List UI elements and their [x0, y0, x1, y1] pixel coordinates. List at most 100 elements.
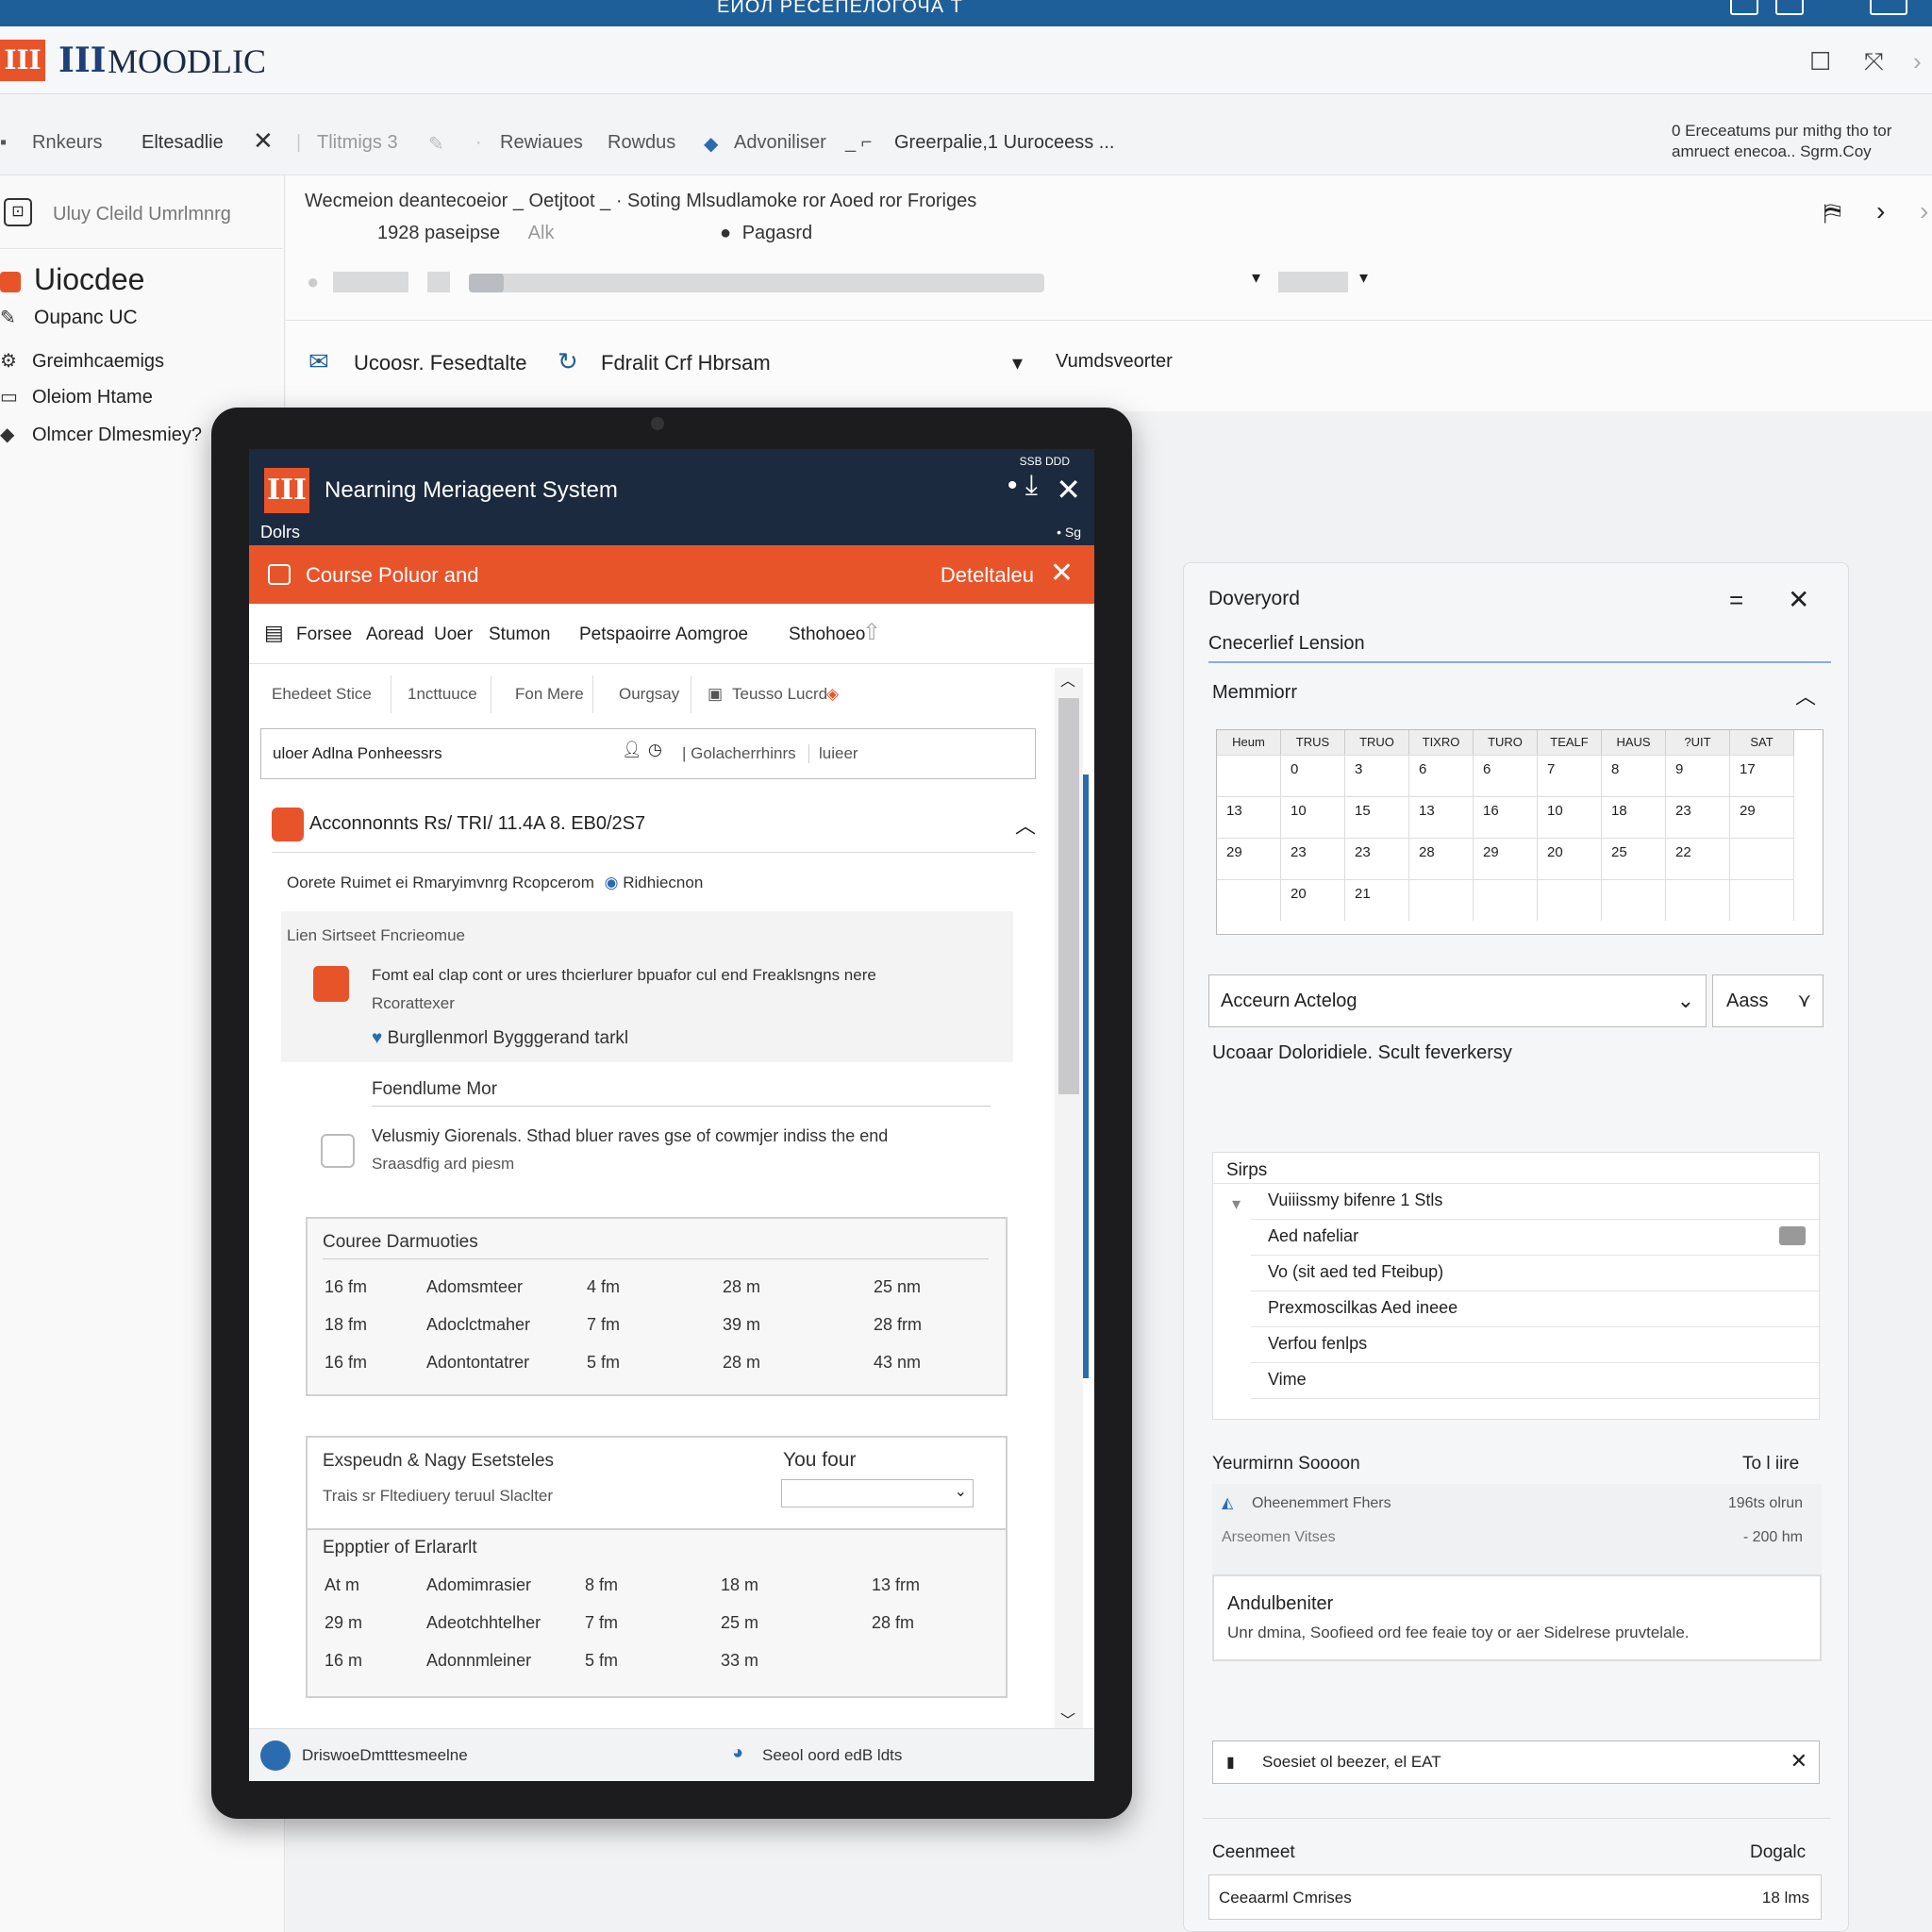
tab-rnkeurs[interactable]: Rnkeurs: [32, 132, 102, 154]
minimize-icon[interactable]: • ⤓: [1008, 470, 1038, 502]
bookmark-icon[interactable]: ⛿: [1824, 198, 1841, 228]
dropdown-caret-icon[interactable]: ▾: [1252, 268, 1260, 288]
menu-sthohoeo[interactable]: Sthohoeo: [789, 625, 865, 645]
footer-left[interactable]: DriswoeDmtttesmeelne: [302, 1746, 468, 1765]
calendar-day[interactable]: 22: [1666, 838, 1730, 879]
calendar-day[interactable]: 3: [1345, 755, 1409, 796]
list-item[interactable]: Prexmoscilkas Aed ineee: [1268, 1298, 1457, 1318]
search-mid[interactable]: | Golacherrhinrs: [682, 744, 796, 763]
list-item[interactable]: Verfou fenlps: [1268, 1334, 1367, 1354]
details-link[interactable]: Deteltaleu: [941, 563, 1034, 588]
sub-fdralit[interactable]: Fdralit Crf Hbrsam: [601, 351, 771, 375]
chevron-right-icon[interactable]: ›: [1876, 196, 1885, 226]
calendar-day[interactable]: 16: [1474, 796, 1538, 838]
search-right[interactable]: luieer: [808, 744, 858, 763]
menu-icon[interactable]: ▤: [264, 621, 284, 645]
close-icon[interactable]: ✕: [1790, 1749, 1807, 1774]
sidebar-item-greimhcaemigs[interactable]: ⚙ Greimhcaemigs: [0, 349, 164, 373]
list-item[interactable]: Vuiiissmy bifenre 1 Stls: [1268, 1191, 1442, 1210]
catalog-select[interactable]: Acceurn Actelog ⌄: [1208, 974, 1707, 1027]
calendar-day[interactable]: 10: [1281, 796, 1345, 838]
calendar-day[interactable]: 23: [1345, 838, 1409, 879]
scroll-up-icon[interactable]: ︿: [1060, 668, 1075, 691]
expenses-select[interactable]: ⌄: [781, 1479, 974, 1507]
subtab-0[interactable]: Ehedeet Stice: [272, 685, 372, 704]
calendar-day[interactable]: 15: [1345, 796, 1409, 838]
calendar-day[interactable]: 10: [1538, 796, 1602, 838]
calendar-day[interactable]: 21: [1345, 879, 1409, 921]
panel-subtitle[interactable]: Cnecerlief Lension: [1208, 633, 1365, 655]
tab-rewiaues[interactable]: Rewiaues: [500, 132, 583, 154]
calendar-day[interactable]: 20: [1281, 879, 1345, 921]
section-1-link[interactable]: ♥ Burgllenmorl Bygggerand tarkl: [372, 1028, 628, 1049]
sidebar-item-olmcer[interactable]: ◆ Olmcer Dlmesmiey?: [0, 423, 202, 446]
dropdown-caret-icon[interactable]: ▾: [1359, 268, 1368, 288]
last-row[interactable]: Ceeaarml Cmrises 18 lms: [1208, 1874, 1822, 1920]
calendar-day[interactable]: 13: [1409, 796, 1474, 838]
scroll-thumb[interactable]: [1058, 698, 1079, 1094]
calendar-day[interactable]: 0: [1281, 755, 1345, 796]
course-card-sub-link[interactable]: Ridhiecnon: [623, 874, 703, 891]
close-icon[interactable]: ✕: [1056, 472, 1081, 508]
tab-advoniliser[interactable]: Advoniliser: [734, 132, 826, 154]
subtab-4[interactable]: Teusso Lucrd: [732, 685, 827, 704]
calendar-day[interactable]: 7: [1538, 755, 1602, 796]
square-icon[interactable]: ☐: [1809, 47, 1831, 76]
close-icon[interactable]: ✕: [1050, 557, 1074, 590]
calendar-day[interactable]: 28: [1409, 838, 1474, 879]
calendar-day[interactable]: 20: [1538, 838, 1602, 879]
course-card-header[interactable]: Acconnonnts Rs/ TRI/ 11.4A 8. EB0/2S7 ︿: [272, 804, 1036, 853]
brand-name[interactable]: MOODLIC: [108, 42, 266, 81]
aass-button[interactable]: Aass ⋎: [1712, 974, 1824, 1027]
search-row[interactable]: uloer Adlna Ponheessrs 👤︎ ◷ | Golacherrh…: [260, 728, 1036, 779]
list-item[interactable]: Aed nafeliar: [1268, 1226, 1358, 1246]
calendar-day[interactable]: 17: [1730, 755, 1794, 796]
calendar-day[interactable]: 25: [1602, 838, 1666, 879]
select-chip[interactable]: [1278, 272, 1348, 292]
upload-icon[interactable]: ⇧: [862, 619, 881, 646]
close-window-icon[interactable]: [1870, 0, 1907, 15]
tab-tlitmigs[interactable]: Tlitmigs 3: [317, 132, 398, 154]
sidebar-item-oupanc[interactable]: ✎ Oupanc UC: [0, 306, 138, 329]
search-field[interactable]: ▮ Soesiet ol beezer, el EAT ✕: [1212, 1740, 1820, 1784]
filter-chip[interactable]: [333, 272, 408, 292]
subtab-1[interactable]: 1ncttuuce: [408, 685, 477, 704]
scrollbar[interactable]: ︿ ﹀: [1055, 668, 1083, 1734]
menu-petspaoirre[interactable]: Petspaoirre: [579, 625, 671, 645]
menu-aomgroe[interactable]: Aomgroe: [675, 625, 748, 645]
subtab-2[interactable]: Fon Mere: [515, 685, 584, 704]
comment-icon[interactable]: [1779, 1226, 1806, 1245]
maximize-icon[interactable]: [1775, 0, 1804, 15]
tab-greerpalie[interactable]: Greerpalie,1 Uuroceess ...: [894, 132, 1114, 154]
clock-icon[interactable]: ◷: [648, 741, 662, 759]
sub-vumdsveorter[interactable]: Vumdsveorter: [1056, 351, 1173, 373]
chevron-right-icon[interactable]: ›: [1920, 196, 1928, 226]
menu-stumon[interactable]: Stumon: [489, 625, 550, 645]
calendar-day[interactable]: 23: [1281, 838, 1345, 879]
sidebar-search[interactable]: ⊡ Uluy Cleild Umrlmnrg: [0, 183, 283, 249]
menu-uoer[interactable]: Uoer: [434, 625, 473, 645]
app-logo[interactable]: III: [264, 468, 309, 513]
minimize-icon[interactable]: [1730, 0, 1758, 15]
chevron-up-icon[interactable]: ︿: [1015, 809, 1036, 840]
menu-forsee[interactable]: Forsee: [296, 625, 352, 645]
sub-ucoosr[interactable]: Ucoosr. Fesedtalte: [354, 351, 526, 375]
bottom-right[interactable]: Dogalc: [1750, 1842, 1806, 1863]
scroll-down-icon[interactable]: ﹀: [1060, 1707, 1075, 1730]
brand-logo[interactable]: III: [0, 40, 45, 81]
list-item[interactable]: Vo (sit aed ted Fteibup): [1268, 1262, 1443, 1282]
calendar-day[interactable]: 18: [1602, 796, 1666, 838]
chevron-up-icon[interactable]: ︿: [1795, 680, 1816, 710]
footer-right[interactable]: Seeol oord edB ldts: [762, 1746, 902, 1765]
calendar-day[interactable]: 9: [1666, 755, 1730, 796]
calendar-day[interactable]: 29: [1730, 796, 1794, 838]
section2-right[interactable]: To l iire: [1742, 1454, 1799, 1474]
tab-rowdus[interactable]: Rowdus: [608, 132, 675, 154]
close-tab-icon[interactable]: ✕: [253, 126, 274, 156]
calendar-day[interactable]: 29: [1217, 838, 1281, 879]
help-icon[interactable]: [260, 1740, 291, 1771]
chevron-right-icon[interactable]: ›: [1913, 47, 1922, 76]
calendar-day[interactable]: 13: [1217, 796, 1281, 838]
menu-aoread[interactable]: Aoread: [366, 625, 424, 645]
pin-icon[interactable]: ✎: [428, 132, 444, 156]
